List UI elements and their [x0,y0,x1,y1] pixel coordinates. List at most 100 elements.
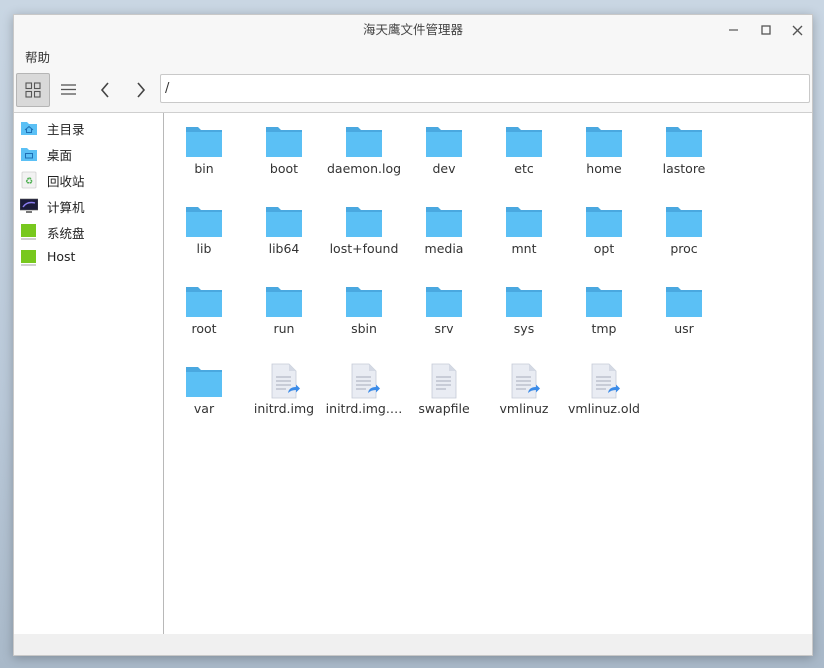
file-name-label: bin [194,161,214,176]
file-item[interactable]: initrd.img.… [324,355,404,435]
folder-item[interactable]: mnt [484,195,564,275]
sidebar-item-trash[interactable]: ♻ 回收站 [14,168,163,192]
file-name-label: mnt [511,241,537,256]
chevron-left-icon [100,82,109,98]
sidebar-item-desktop[interactable]: 桌面 [14,142,163,166]
file-name-label: sys [513,321,535,336]
back-button[interactable] [88,73,122,107]
file-name-label: usr [674,321,694,336]
file-icon-wrapper [664,283,704,323]
file-manager-window: 海天鹰文件管理器 帮助 / 主目录 桌面 ♻ 回收站 计算机 系统盘 Host … [13,14,813,656]
sidebar: 主目录 桌面 ♻ 回收站 计算机 系统盘 Host [14,113,164,635]
file-name-label: daemon.log [326,161,402,176]
folder-item[interactable]: lib [164,195,244,275]
file-item[interactable]: initrd.img [244,355,324,435]
trash-icon: ♻ [21,171,37,189]
folder-icon [266,287,302,317]
folder-item[interactable]: daemon.log [324,115,404,195]
folder-item[interactable]: var [164,355,244,435]
file-item[interactable]: vmlinuz [484,355,564,435]
file-name-label: lib64 [268,241,300,256]
folder-item[interactable]: dev [404,115,484,195]
file-name-label: tmp [591,321,617,336]
folder-item[interactable]: opt [564,195,644,275]
folder-item[interactable]: home [564,115,644,195]
sidebar-item-computer[interactable]: 计算机 [14,194,163,218]
folder-item[interactable]: proc [644,195,724,275]
minimize-button[interactable] [720,19,748,41]
folder-item[interactable]: srv [404,275,484,355]
folder-icon [346,207,382,237]
file-item[interactable]: swapfile [404,355,484,435]
file-item[interactable]: vmlinuz.old [564,355,644,435]
path-input[interactable]: / [160,74,810,103]
file-name-label: root [191,321,217,336]
file-name-label: lastore [662,161,706,176]
folder-item[interactable]: etc [484,115,564,195]
folder-icon [186,287,222,317]
file-icon-wrapper [664,203,704,243]
folder-item[interactable]: tmp [564,275,644,355]
drive-icon [21,250,36,266]
folder-item[interactable]: lost+found [324,195,404,275]
close-button[interactable] [784,19,812,41]
folder-item[interactable]: root [164,275,244,355]
folder-item[interactable]: usr [644,275,724,355]
folder-item[interactable]: lib64 [244,195,324,275]
folder-item[interactable]: sys [484,275,564,355]
sidebar-item-home[interactable]: 主目录 [14,116,163,140]
folder-item[interactable]: boot [244,115,324,195]
file-icon-wrapper [344,283,384,323]
sidebar-item-host[interactable]: Host [14,246,163,270]
file-name-label: lost+found [329,241,399,256]
file-icon-wrapper [584,363,624,403]
folder-icon [506,287,542,317]
file-name-label: vmlinuz.old [568,401,640,416]
folder-item[interactable]: run [244,275,324,355]
file-icon [431,363,457,399]
file-icon-wrapper [584,203,624,243]
folder-icon [506,127,542,157]
icon-view-button[interactable] [16,73,50,107]
list-view-button[interactable] [52,73,86,107]
file-name-label: swapfile [418,401,470,416]
title-bar: 海天鹰文件管理器 [14,15,812,45]
file-name-label: opt [593,241,615,256]
file-name-label: srv [434,321,454,336]
folder-icon [186,367,222,397]
file-name-label: var [193,401,215,416]
folder-item[interactable]: bin [164,115,244,195]
window-title: 海天鹰文件管理器 [362,22,463,37]
folder-icon [666,127,702,157]
symlink-file-icon [591,363,620,399]
sidebar-item-system-disk[interactable]: 系统盘 [14,220,163,244]
close-icon [792,25,803,36]
file-icon-wrapper [424,363,464,403]
folder-icon [186,207,222,237]
file-name-label: boot [269,161,299,176]
maximize-button[interactable] [752,19,780,41]
forward-button[interactable] [124,73,158,107]
folder-item[interactable]: sbin [324,275,404,355]
file-icon-wrapper [264,283,304,323]
file-name-label: proc [670,241,698,256]
folder-icon [506,207,542,237]
file-icon-wrapper [184,363,224,403]
file-icon-wrapper [184,203,224,243]
chevron-right-icon [137,82,146,98]
folder-icon [426,287,462,317]
file-name-label: dev [432,161,456,176]
file-icon-wrapper [344,123,384,163]
menu-help[interactable]: 帮助 [25,47,50,66]
file-name-label: initrd.img.… [325,401,403,416]
folder-item[interactable]: media [404,195,484,275]
folder-icon [266,127,302,157]
folder-icon [586,127,622,157]
folder-item[interactable]: lastore [644,115,724,195]
desktop-folder-icon [21,148,37,161]
file-icon-wrapper [584,123,624,163]
grid-view-icon [25,82,41,98]
folder-icon [426,127,462,157]
drive-icon [21,224,36,240]
folder-icon [666,207,702,237]
